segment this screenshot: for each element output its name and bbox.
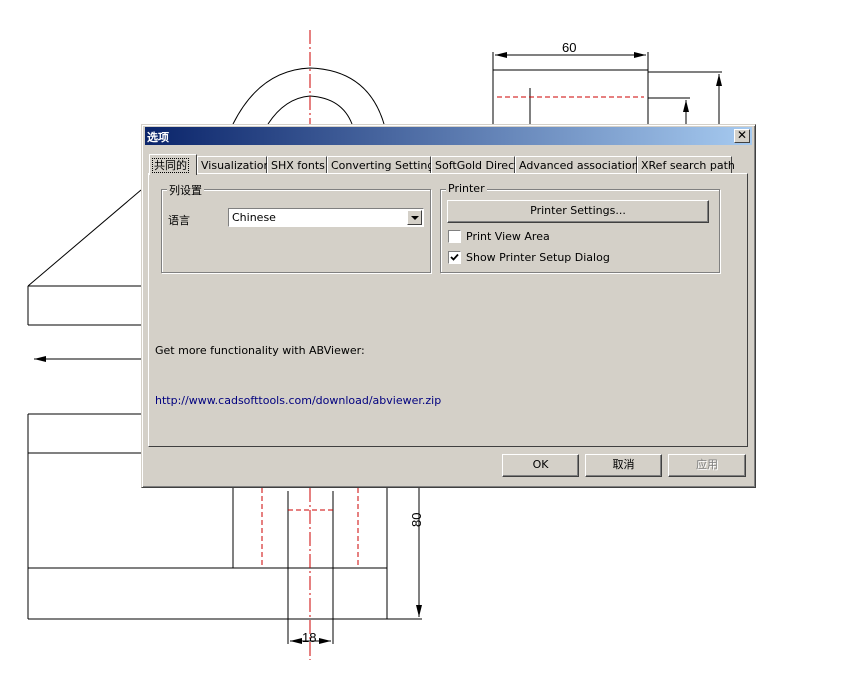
dimension-18: 18 <box>302 630 316 645</box>
show-printer-setup-checkbox[interactable] <box>448 251 461 264</box>
ok-button[interactable]: OK <box>502 454 579 477</box>
language-label: 语言 <box>168 214 190 227</box>
close-icon: ✕ <box>736 128 748 142</box>
column-settings-group: 列设置 语言 Chinese <box>161 182 431 273</box>
tab-shx-fonts[interactable]: SHX fonts <box>267 156 327 174</box>
printer-legend: Printer <box>446 182 487 195</box>
tab-softgold-direct[interactable]: SoftGold Direct <box>431 156 518 174</box>
close-button[interactable]: ✕ <box>734 129 750 143</box>
dimension-60: 60 <box>562 40 576 55</box>
print-view-area-checkbox[interactable] <box>448 230 461 243</box>
language-select[interactable]: Chinese <box>228 208 424 227</box>
language-value: Chinese <box>232 211 276 224</box>
options-dialog: 选项 ✕ 共同的 Visualization SHX fonts Convert… <box>141 124 756 488</box>
tab-xref-search-path[interactable]: XRef search path <box>637 156 735 174</box>
print-view-area-label[interactable]: Print View Area <box>466 230 550 243</box>
printer-settings-button[interactable]: Printer Settings... <box>447 200 709 223</box>
tab-visualization[interactable]: Visualization <box>197 156 270 174</box>
checkmark-icon <box>450 253 459 261</box>
dialog-title: 选项 <box>147 131 169 144</box>
printer-group: Printer Printer Settings... Print View A… <box>440 182 720 273</box>
promo-text: Get more functionality with ABViewer: <box>155 344 365 357</box>
title-bar[interactable]: 选项 ✕ <box>145 127 752 145</box>
column-settings-legend: 列设置 <box>167 182 204 198</box>
dimension-80: 80 <box>409 513 424 527</box>
apply-button[interactable]: 应用 <box>668 454 746 477</box>
tab-converting-settings[interactable]: Converting Settings <box>327 156 440 174</box>
tab-panel: 列设置 语言 Chinese Printer Printer Settings.… <box>148 173 748 447</box>
tab-common[interactable]: 共同的 <box>149 154 197 175</box>
tab-advanced-associations[interactable]: Advanced associations <box>515 156 644 174</box>
show-printer-setup-label[interactable]: Show Printer Setup Dialog <box>466 251 610 264</box>
chevron-down-icon[interactable] <box>407 210 422 225</box>
abviewer-download-link[interactable]: http://www.cadsofttools.com/download/abv… <box>155 394 441 407</box>
cancel-button[interactable]: 取消 <box>585 454 662 477</box>
